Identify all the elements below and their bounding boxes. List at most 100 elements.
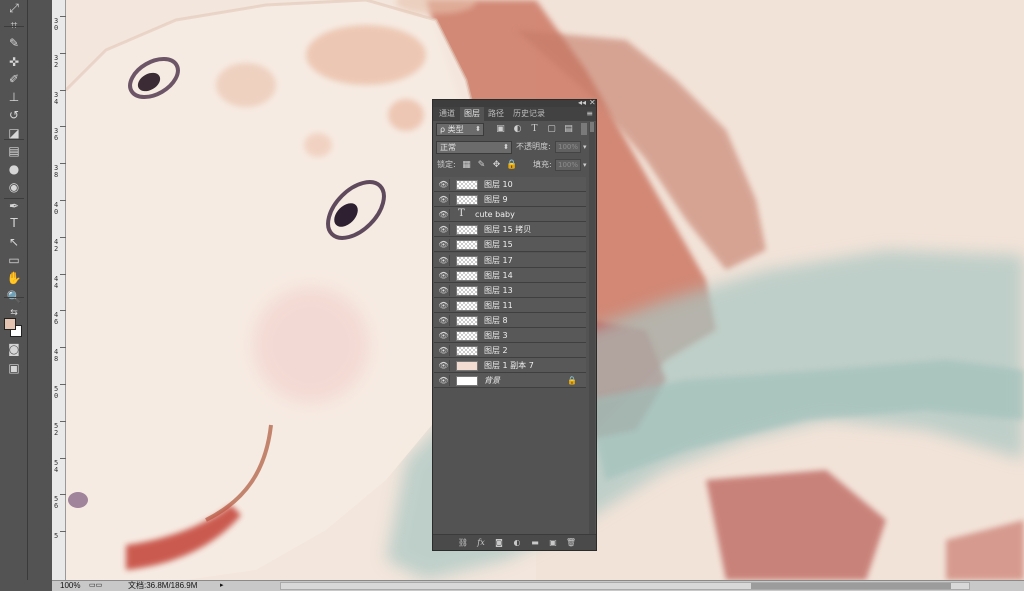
ruler-label: 3 4: [54, 90, 59, 106]
vertical-ruler[interactable]: 3 0 3 2 3 4 3 6 3 8 4 0 4 2 4 4 4 6 4 8 5 0 5 2 5 4 5…: [52, 0, 66, 580]
visibility-eye-icon[interactable]: 👁: [438, 254, 450, 266]
ruler-label: 5 0: [54, 385, 59, 400]
brush-icon[interactable]: ✐: [4, 71, 24, 87]
visibility-eye-icon[interactable]: 👁: [438, 284, 450, 296]
layer-thumbnail: [456, 361, 478, 372]
panel-scrollbar[interactable]: [589, 122, 595, 542]
visibility-eye-icon[interactable]: 👁: [438, 269, 450, 281]
layer-row[interactable]: 👁 图层 9: [434, 192, 586, 208]
new-group-icon[interactable]: ▬: [529, 537, 541, 549]
layer-thumbnail: [456, 285, 478, 296]
layer-row[interactable]: 👁 图层 10: [434, 177, 586, 192]
photoshop-window: ⤢ ⌗ ✎ ✜ ✐ ⊥ ↺ ◪ ▤ ● ◉ ✒ T ↖ ▭ ✋ 🔍 ⇆ ◙ ▣ 3 03 23 43 63 84 04…: [0, 0, 1024, 591]
healing-brush-icon[interactable]: ✜: [4, 54, 24, 70]
filter-type-icon[interactable]: T: [529, 124, 540, 135]
filter-adjustment-icon[interactable]: ◐: [512, 124, 523, 135]
layer-row[interactable]: 👁 图层 2: [434, 343, 586, 359]
lock-transparent-icon[interactable]: ▦: [461, 160, 472, 171]
layer-row[interactable]: 👁 图层 15 拷贝: [434, 222, 586, 238]
blend-mode-select[interactable]: 正常 ⬍: [436, 141, 512, 154]
tool-separator: [4, 139, 24, 140]
tab-paths[interactable]: 路径: [484, 107, 508, 121]
dodge-icon[interactable]: ◉: [4, 179, 24, 195]
close-panel-icon[interactable]: ✕: [589, 98, 596, 107]
panel-title-bar[interactable]: ◂◂ ✕: [433, 98, 596, 107]
ruler-label: 5 2: [54, 421, 59, 437]
filter-shape-icon[interactable]: ▢: [546, 124, 557, 135]
pen-icon[interactable]: ✒: [4, 198, 24, 214]
adjustment-layer-icon[interactable]: ◐: [511, 537, 523, 549]
layer-name: 图层 3: [484, 331, 508, 340]
layer-style-icon[interactable]: fx: [475, 537, 487, 549]
layer-thumbnail: [456, 180, 478, 190]
gradient-icon[interactable]: ▤: [4, 143, 24, 159]
filter-toggle-switch[interactable]: [581, 123, 587, 135]
type-icon[interactable]: T: [4, 215, 24, 231]
delete-layer-icon[interactable]: 🗑: [565, 537, 577, 549]
tab-layers[interactable]: 图层: [460, 107, 484, 121]
fill-dropdown-icon[interactable]: ▾: [583, 159, 587, 171]
layer-row[interactable]: 👁 图层 13: [434, 282, 586, 298]
filter-kind-select[interactable]: ρ 类型 ⬍: [436, 123, 484, 136]
path-selection-icon[interactable]: ↖: [4, 234, 24, 250]
layer-row[interactable]: 👁 图层 8: [434, 312, 586, 328]
blend-row: 正常 ⬍ 不透明度: 100% ▾: [433, 141, 596, 159]
panel-menu-icon[interactable]: ≡: [586, 107, 593, 121]
horizontal-scrollbar[interactable]: [280, 582, 970, 590]
visibility-eye-icon[interactable]: 👁: [438, 224, 450, 236]
visibility-eye-icon[interactable]: 👁: [438, 330, 450, 341]
history-brush-icon[interactable]: ↺: [4, 107, 24, 123]
quick-mask-icon[interactable]: ◙: [4, 341, 24, 357]
foreground-color-swatch[interactable]: [4, 318, 16, 330]
link-layers-icon[interactable]: ⛓: [457, 537, 469, 549]
fill-field[interactable]: 100%: [555, 159, 581, 171]
layer-row[interactable]: 👁 图层 15: [434, 237, 586, 253]
filter-pixel-icon[interactable]: ▣: [495, 124, 506, 135]
visibility-eye-icon[interactable]: 👁: [438, 179, 450, 190]
filter-smart-object-icon[interactable]: ▤: [563, 124, 574, 135]
hand-icon[interactable]: ✋: [4, 270, 24, 286]
tab-channels[interactable]: 通道: [435, 107, 459, 121]
layer-row[interactable]: 👁 图层 1 副本 7: [434, 358, 586, 374]
layer-row[interactable]: 👁 图层 14: [434, 267, 586, 283]
layer-row[interactable]: 👁 图层 17: [434, 252, 586, 268]
visibility-eye-icon[interactable]: 👁: [438, 314, 450, 326]
clone-stamp-icon[interactable]: ⊥: [4, 89, 24, 105]
layer-row[interactable]: 👁 图层 11: [434, 297, 586, 313]
opacity-dropdown-icon[interactable]: ▾: [583, 141, 587, 153]
collapse-icon[interactable]: ◂◂: [578, 98, 586, 107]
tab-history[interactable]: 历史记录: [509, 107, 549, 121]
zoom-level[interactable]: 100%: [60, 581, 80, 591]
lock-all-icon[interactable]: 🔒: [506, 160, 517, 171]
visibility-eye-icon[interactable]: 👁: [438, 345, 450, 357]
panel-scrollbar-thumb[interactable]: [590, 122, 594, 132]
visibility-eye-icon[interactable]: 👁: [438, 209, 450, 221]
visibility-eye-icon[interactable]: 👁: [438, 194, 450, 206]
new-layer-icon[interactable]: ▣: [547, 537, 559, 549]
status-menu-arrow-icon[interactable]: ▸: [220, 581, 224, 591]
layer-row[interactable]: 👁 背景 🔒: [434, 373, 586, 389]
ruler-label: 4 6: [54, 311, 59, 327]
visibility-eye-icon[interactable]: 👁: [438, 375, 450, 387]
lock-position-icon[interactable]: ✥: [491, 160, 502, 171]
visibility-eye-icon[interactable]: 👁: [438, 360, 450, 372]
layer-name: 图层 10: [484, 180, 513, 189]
lock-image-icon[interactable]: ✎: [476, 160, 487, 171]
add-mask-icon[interactable]: ◙: [493, 537, 505, 549]
move-icon[interactable]: ⤢: [4, 0, 24, 16]
visibility-eye-icon[interactable]: 👁: [438, 239, 450, 251]
layer-name: 图层 1 副本 7: [484, 361, 534, 371]
document-info-icon[interactable]: ▭▭: [89, 581, 102, 591]
layer-row[interactable]: 👁 图层 3: [434, 328, 586, 343]
layer-lock-icon[interactable]: 🔒: [567, 375, 577, 386]
rectangle-shape-icon[interactable]: ▭: [4, 252, 24, 268]
screen-mode-icon[interactable]: ▣: [4, 360, 24, 376]
ruler-label: 4 0: [54, 201, 59, 216]
blur-icon[interactable]: ●: [4, 161, 24, 177]
crop-icon[interactable]: ⌗: [4, 17, 24, 33]
horizontal-scrollbar-thumb[interactable]: [751, 583, 951, 589]
layer-row[interactable]: 👁 Tcute baby: [434, 207, 586, 223]
eyedropper-icon[interactable]: ✎: [4, 35, 24, 51]
visibility-eye-icon[interactable]: 👁: [438, 299, 450, 311]
opacity-field[interactable]: 100%: [555, 141, 581, 153]
